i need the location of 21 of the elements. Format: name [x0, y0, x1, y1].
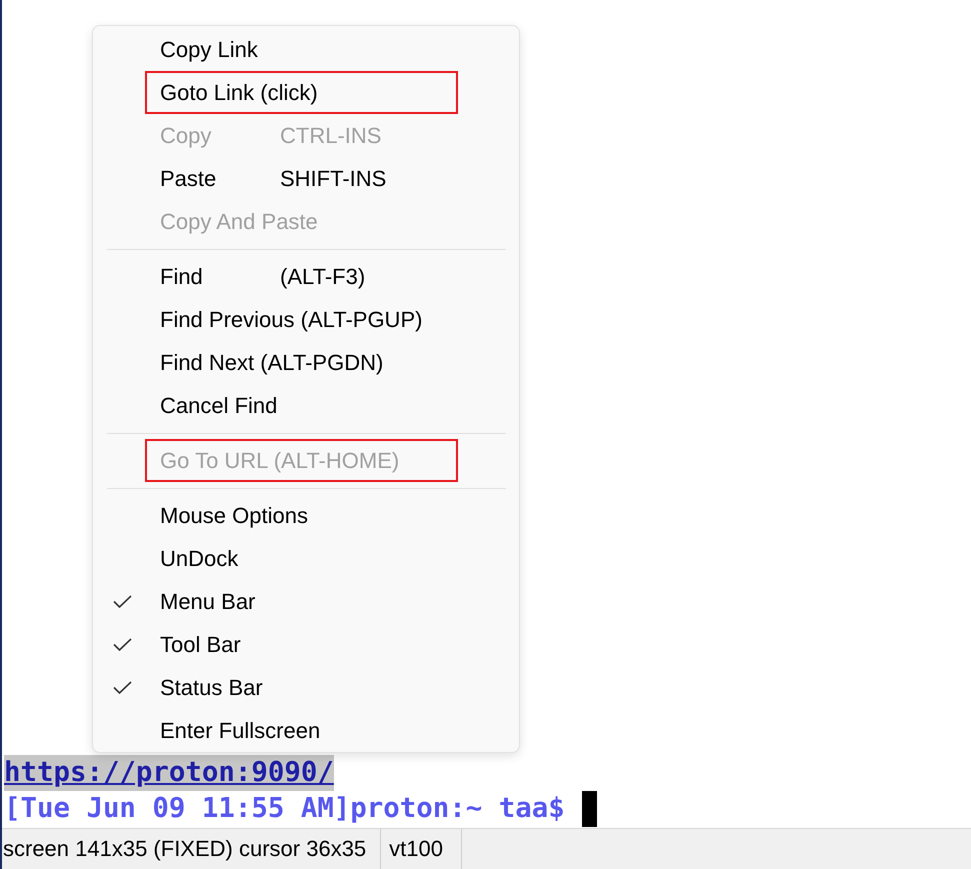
menu-item[interactable]: Copy Link	[145, 28, 458, 71]
text-cursor	[582, 791, 597, 827]
menu-item[interactable]: Status Bar	[145, 666, 458, 709]
menu-item[interactable]: Find (ALT-F3)	[145, 255, 458, 298]
status-field: vt100	[381, 829, 462, 869]
menu-item[interactable]: Paste SHIFT-INS	[145, 157, 458, 200]
menu-item[interactable]: Find Previous (ALT-PGUP)	[145, 298, 458, 341]
shortcut-label: (ALT-F3)	[280, 264, 366, 290]
menu-item[interactable]: Mouse Options	[145, 494, 458, 537]
menu-item[interactable]: Tool Bar	[145, 623, 458, 666]
link-text[interactable]: https://proton:9090/	[4, 755, 334, 791]
menu-item[interactable]: Goto Link (click)	[145, 71, 458, 114]
shortcut-label: CTRL-INS	[280, 122, 382, 148]
shortcut-label: SHIFT-INS	[280, 166, 386, 192]
menu-item[interactable]: UnDock	[145, 537, 458, 580]
prompt-text: [Tue Jun 09 11:55 AM]proton:~ taa$	[4, 792, 565, 826]
menu-item[interactable]: Find Next (ALT-PGDN)	[145, 341, 458, 384]
status-field: screen 141x35 (FIXED) cursor 36x35	[2, 829, 382, 869]
menu-item[interactable]: Menu Bar	[145, 580, 458, 623]
menu-item[interactable]: Cancel Find	[145, 384, 458, 427]
menu-item[interactable]: Enter Fullscreen	[145, 709, 458, 752]
